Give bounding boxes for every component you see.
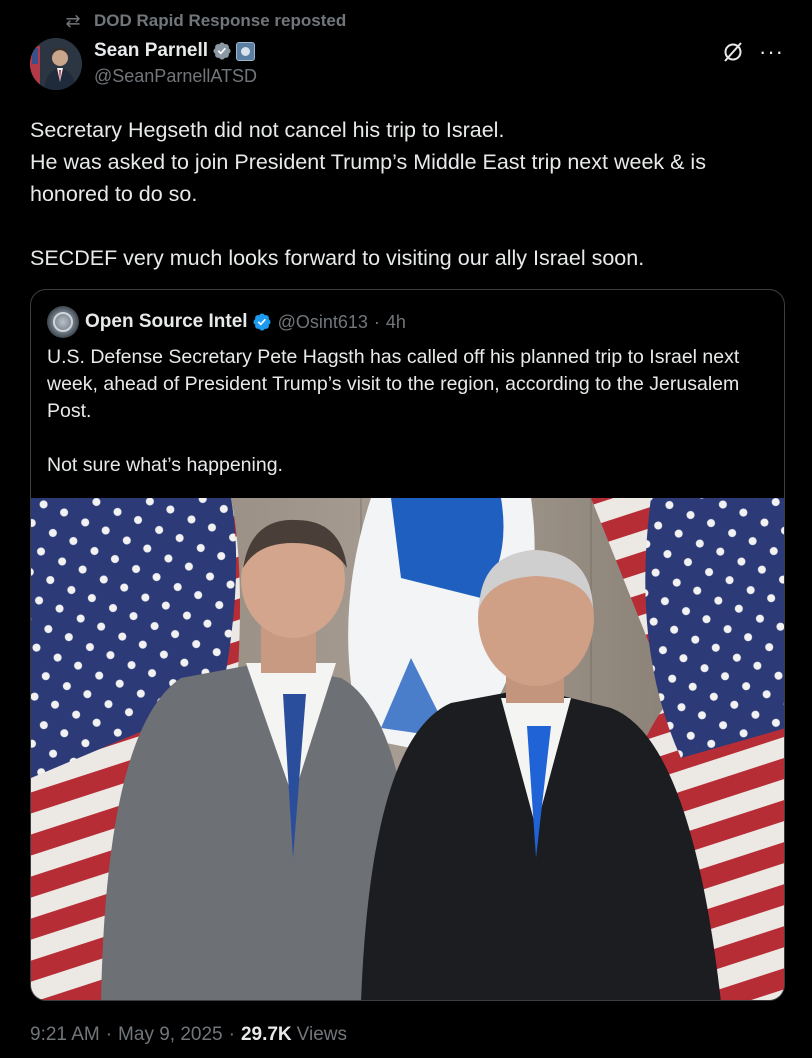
post-text-line: He was asked to join President Trump’s M… (30, 150, 712, 206)
post-time[interactable]: 9:21 AM (30, 1024, 100, 1046)
government-affiliation-badge[interactable] (236, 41, 256, 61)
grok-icon[interactable] (721, 40, 745, 64)
separator-dot: · (228, 1024, 235, 1045)
repost-header[interactable]: ⇄ DOD Rapid Response reposted (62, 10, 346, 32)
avatar[interactable] (30, 38, 82, 90)
top-actions: ··· (721, 40, 784, 64)
post-text-line: Secretary Hegseth did not cancel his tri… (30, 118, 505, 142)
quoted-post-text: U.S. Defense Secretary Pete Hagsth has c… (47, 344, 767, 479)
separator-dot: · (105, 1024, 113, 1045)
quoted-photo[interactable] (31, 498, 785, 1001)
author-display-name[interactable]: Sean Parnell (94, 40, 208, 62)
quoted-text-line: U.S. Defense Secretary Pete Hagsth has c… (47, 346, 740, 422)
quoted-post[interactable]: Open Source Intel @Osint613 · 4h U.S. De… (30, 289, 785, 1001)
quoted-timestamp[interactable]: 4h (386, 312, 406, 333)
author-block: Sean Parnell @SeanParnellATSD (94, 38, 257, 87)
more-options-icon[interactable]: ··· (759, 41, 784, 63)
repost-label: DOD Rapid Response reposted (94, 11, 347, 30)
post-meta: 9:21 AM · May 9, 2025 · 29.7K Views (30, 1024, 347, 1046)
quoted-handle[interactable]: @Osint613 (278, 312, 368, 333)
post-text-line: SECDEF very much looks forward to visiti… (30, 246, 645, 270)
post-text: Secretary Hegseth did not cancel his tri… (30, 114, 790, 274)
verified-check-icon[interactable] (252, 312, 272, 332)
author-handle[interactable]: @SeanParnellATSD (94, 66, 257, 87)
verified-check-icon[interactable] (212, 41, 232, 61)
views-count: 29.7K (240, 1024, 292, 1045)
views-label: Views (296, 1024, 347, 1045)
repost-icon: ⇄ (65, 10, 81, 31)
quoted-post-header: Open Source Intel @Osint613 · 4h (47, 306, 406, 338)
quoted-avatar[interactable] (47, 306, 79, 338)
quoted-display-name[interactable]: Open Source Intel (85, 311, 248, 333)
post-date[interactable]: May 9, 2025 (118, 1024, 223, 1046)
separator-dot: · (373, 311, 380, 332)
quoted-text-line: Not sure what’s happening. (47, 454, 283, 476)
